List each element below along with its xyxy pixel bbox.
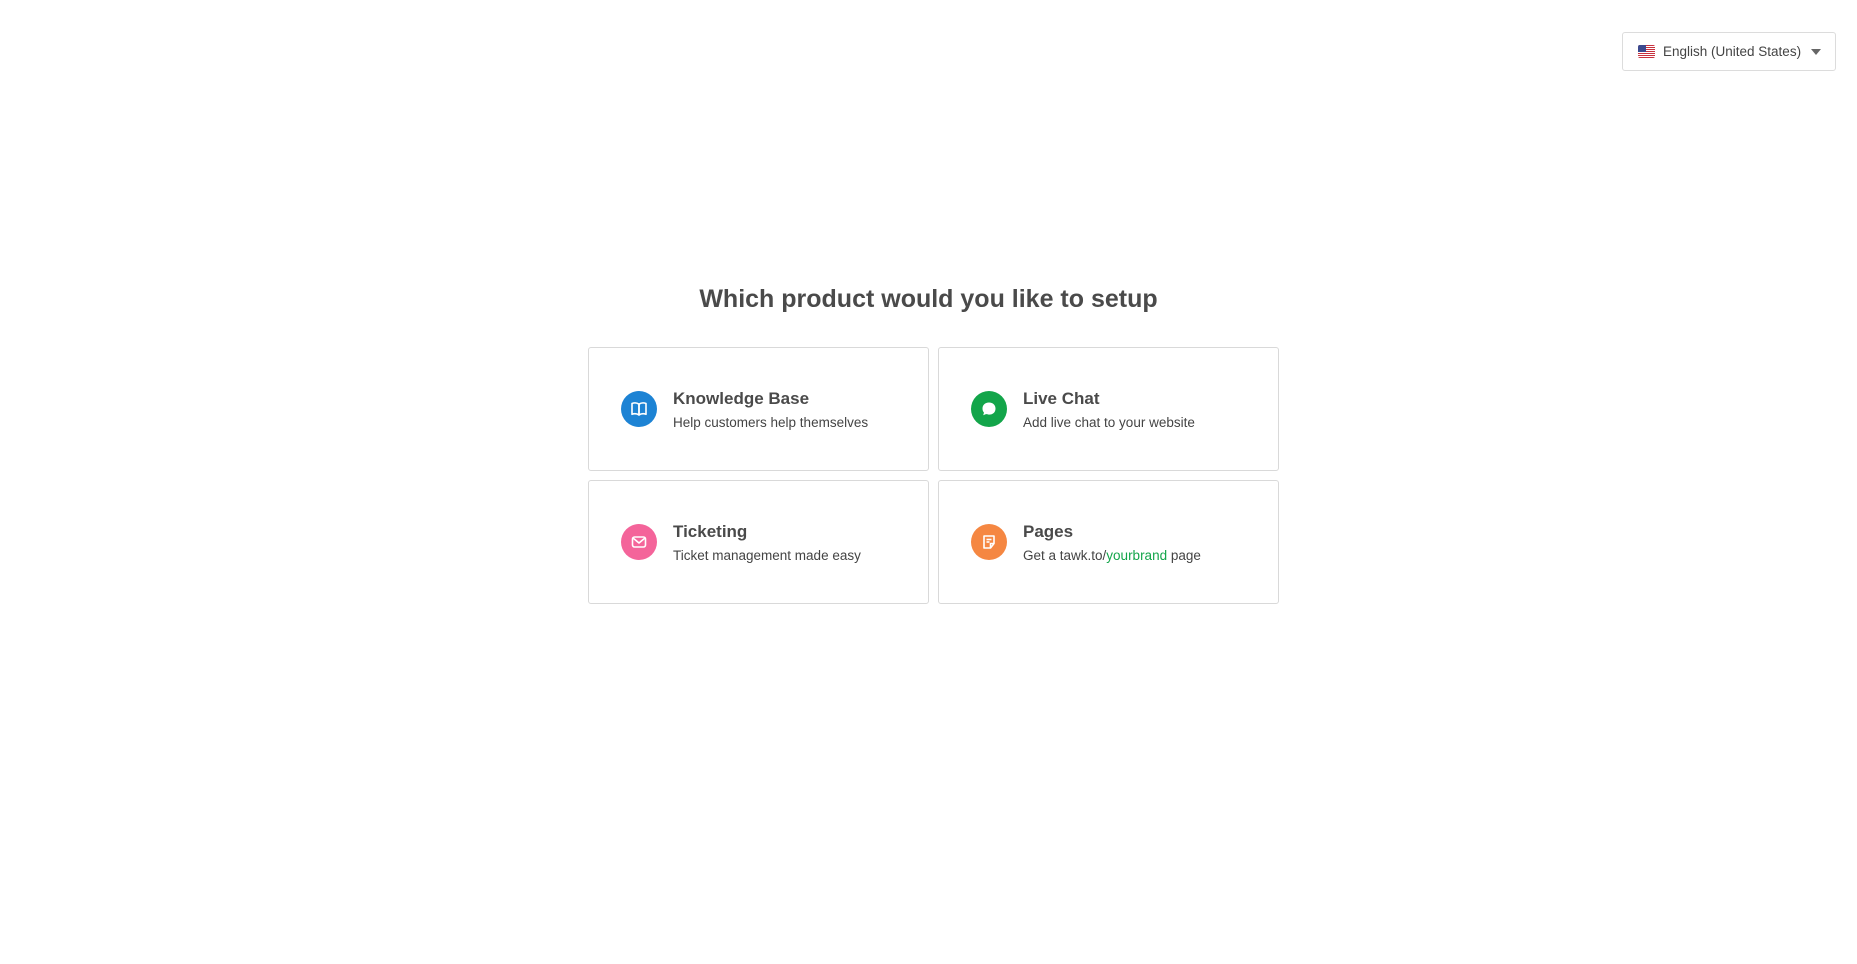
book-icon <box>621 391 657 427</box>
product-grid: Knowledge Base Help customers help thems… <box>588 347 1279 604</box>
product-card-knowledge-base[interactable]: Knowledge Base Help customers help thems… <box>588 347 929 471</box>
description-suffix: page <box>1167 547 1201 563</box>
product-title: Knowledge Base <box>673 388 810 408</box>
description-prefix: Get a tawk.to/ <box>1023 547 1107 563</box>
language-label: English (United States) <box>1663 44 1802 59</box>
product-title: Pages <box>1023 521 1074 541</box>
page-title: Which product would you like to setup <box>699 285 1158 313</box>
product-description: Add live chat to your website <box>1023 414 1195 430</box>
product-title: Ticketing <box>673 521 748 541</box>
product-card-pages[interactable]: Pages Get a tawk.to/yourbrand page <box>938 480 1279 604</box>
product-card-live-chat[interactable]: Live Chat Add live chat to your website <box>938 347 1279 471</box>
product-description: Help customers help themselves <box>673 414 869 430</box>
chevron-down-icon <box>1811 48 1822 55</box>
us-flag-icon <box>1638 45 1655 58</box>
chat-bubble-icon <box>971 391 1007 427</box>
product-card-ticketing[interactable]: Ticketing Ticket management made easy <box>588 480 929 604</box>
brand-highlight: yourbrand <box>1106 547 1168 563</box>
envelope-icon <box>621 524 657 560</box>
page-icon <box>971 524 1007 560</box>
language-select[interactable]: English (United States) <box>1622 32 1836 71</box>
product-description: Ticket management made easy <box>673 547 861 563</box>
product-title: Live Chat <box>1023 388 1100 408</box>
product-description: Get a tawk.to/yourbrand page <box>1023 548 1201 563</box>
